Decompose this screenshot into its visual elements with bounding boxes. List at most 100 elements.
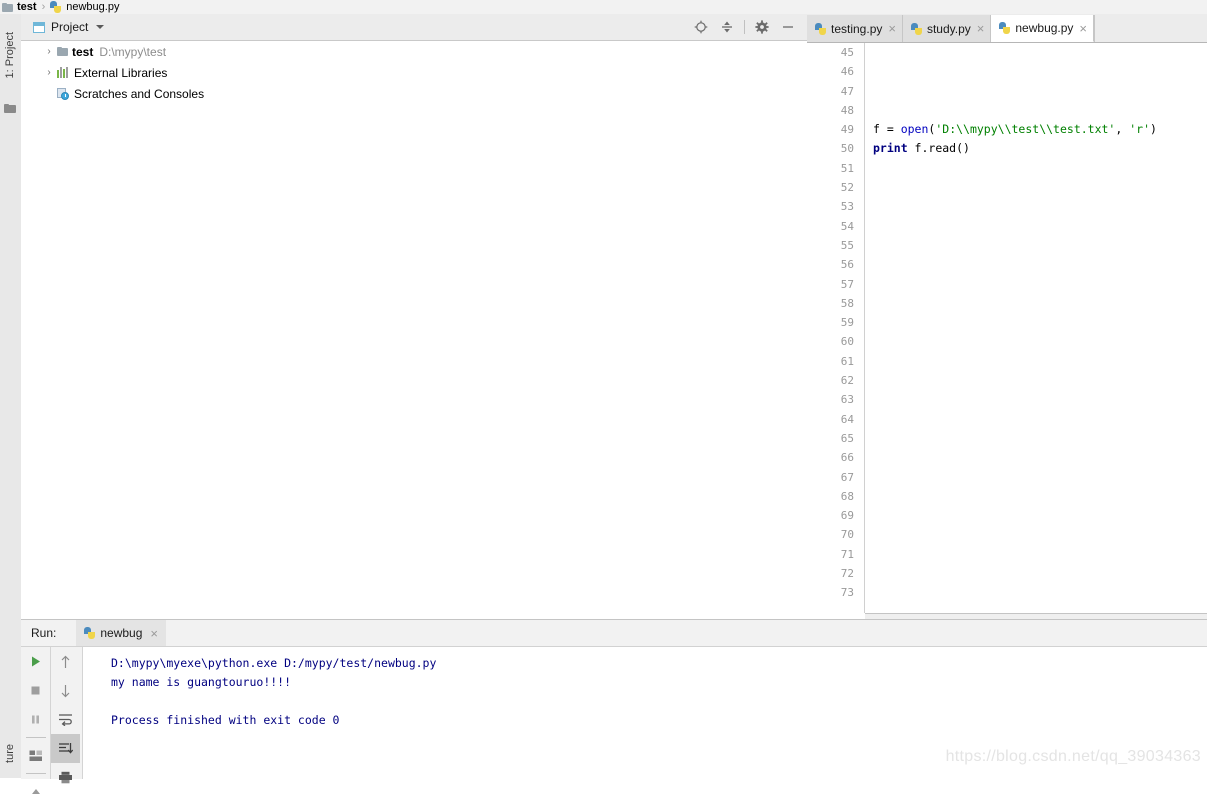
line-number: 60 — [840, 335, 854, 349]
breadcrumb-file[interactable]: newbug.py — [48, 0, 121, 14]
more-icon[interactable] — [21, 777, 50, 806]
breadcrumb-project[interactable]: test — [0, 0, 39, 14]
close-icon[interactable]: × — [888, 22, 896, 35]
python-file-icon — [815, 22, 827, 35]
breadcrumb-project-label: test — [17, 1, 37, 13]
run-panel-label: Run: — [31, 626, 57, 640]
line-number: 67 — [840, 470, 854, 484]
console-line: my name is guangtouruo!!!! — [111, 675, 292, 689]
code-token: print — [873, 141, 908, 156]
editor-tab-empty-space — [1094, 15, 1207, 42]
editor-tab-bar: testing.py × study.py × newbug.py × — [807, 14, 1207, 42]
project-panel-toolbar — [688, 14, 801, 40]
run-icon[interactable] — [21, 647, 50, 676]
line-number: 47 — [840, 84, 854, 98]
editor-tab-label: study.py — [926, 21, 971, 36]
code-token: , — [1115, 122, 1130, 137]
breadcrumb-file-label: newbug.py — [66, 1, 120, 13]
code-token: f.read() — [907, 141, 970, 156]
pause-icon[interactable] — [21, 705, 50, 734]
editor-line-number-gutter: 45 46 47 48 49 50 51 52 53 54 55 56 57 58 59 60 61 62 63 64… — [807, 43, 865, 613]
chevron-down-icon[interactable] — [96, 25, 105, 29]
minimize-icon[interactable] — [775, 14, 801, 40]
line-number: 48 — [840, 103, 854, 117]
scratches-icon — [57, 87, 70, 100]
tree-item-external-libraries[interactable]: › External Libraries — [21, 62, 807, 83]
sidebar-tab-structure-label: ture — [4, 744, 16, 763]
line-number: 46 — [840, 65, 854, 79]
tree-item-scratches-and-consoles[interactable]: Scratches and Consoles — [21, 83, 807, 104]
close-icon[interactable]: × — [1079, 22, 1087, 35]
line-number: 59 — [840, 316, 854, 330]
close-icon[interactable]: × — [150, 627, 158, 640]
folder-icon — [4, 104, 16, 113]
layout-icon[interactable] — [21, 741, 50, 770]
stop-icon[interactable] — [21, 676, 50, 705]
sidebar-tab-structure[interactable]: ture — [0, 744, 21, 778]
line-number: 49 — [840, 123, 854, 137]
breadcrumb: test › newbug.py — [0, 0, 1207, 14]
project-panel: Project › test D:\mypy\test › External L… — [21, 14, 807, 619]
arrow-up-icon[interactable] — [51, 647, 80, 676]
breadcrumb-separator: › — [41, 1, 46, 13]
sidebar-tab-project[interactable]: 1: Project — [0, 32, 21, 102]
tree-item-path: D:\mypy\test — [99, 44, 167, 59]
soft-wrap-icon[interactable] — [51, 705, 80, 734]
close-icon[interactable]: × — [977, 22, 985, 35]
console-line: Process finished with exit code 0 — [111, 713, 340, 727]
line-number: 63 — [840, 393, 854, 407]
python-file-icon — [50, 1, 62, 13]
editor-tab-testing[interactable]: testing.py × — [807, 15, 903, 42]
line-number: 54 — [840, 219, 854, 233]
line-number: 69 — [840, 509, 854, 523]
scroll-to-end-icon[interactable] — [51, 734, 80, 763]
project-title-group[interactable]: Project — [21, 20, 105, 34]
code-token: open — [900, 122, 929, 137]
collapse-all-icon[interactable] — [714, 14, 740, 40]
expand-arrow-icon[interactable]: › — [43, 67, 55, 78]
editor-tab-newbug[interactable]: newbug.py × — [991, 15, 1095, 42]
console-line: D:\mypy\myexe\python.exe D:/mypy/test/ne… — [111, 656, 437, 670]
code-line: print f.read() — [865, 139, 1207, 158]
tree-item-test[interactable]: › test D:\mypy\test — [21, 41, 807, 62]
gear-icon[interactable] — [749, 14, 775, 40]
editor-tab-label: newbug.py — [1015, 21, 1074, 35]
line-number: 57 — [840, 277, 854, 291]
line-number: 58 — [840, 296, 854, 310]
editor-code-area[interactable]: f = open('D:\\mypy\\test\\test.txt', 'r'… — [865, 43, 1207, 613]
expand-arrow-icon[interactable]: › — [43, 46, 55, 57]
code-token: ) — [1150, 122, 1157, 137]
line-number: 52 — [840, 181, 854, 195]
run-tab-newbug[interactable]: newbug × — [76, 620, 166, 646]
run-panel-header: Run: newbug × — [21, 620, 1207, 646]
pycharm-window: test › newbug.py 1: Project ture Project — [0, 0, 1207, 794]
line-number: 62 — [840, 374, 854, 388]
arrow-down-icon[interactable] — [51, 676, 80, 705]
line-number: 61 — [840, 354, 854, 368]
editor-tab-study[interactable]: study.py × — [902, 15, 992, 42]
toolbar-divider — [744, 20, 745, 34]
locate-icon[interactable] — [688, 14, 714, 40]
python-file-icon — [910, 22, 923, 35]
code-line: f = open('D:\\mypy\\test\\test.txt', 'r'… — [865, 120, 1207, 139]
left-tool-strip: 1: Project ture — [0, 14, 22, 778]
code-token: 'r' — [1129, 122, 1150, 137]
python-file-icon — [84, 627, 96, 639]
